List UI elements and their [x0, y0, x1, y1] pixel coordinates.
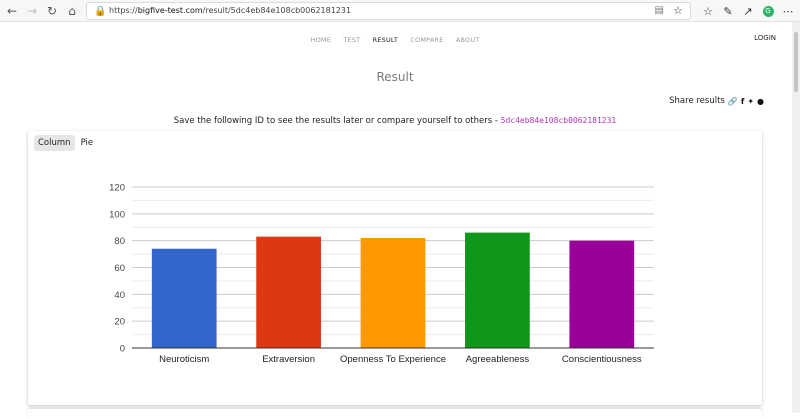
y-tick-label: 20 — [114, 317, 125, 328]
nav-home[interactable]: HOME — [311, 36, 332, 44]
y-tick-label: 40 — [114, 290, 125, 301]
y-tick-label: 120 — [109, 183, 125, 194]
favorite-star-icon[interactable]: ☆ — [673, 4, 683, 17]
scrollbar-thumb[interactable] — [794, 32, 798, 92]
bar-conscientiousness — [569, 240, 635, 348]
page-title: Result — [376, 70, 414, 84]
nav-about[interactable]: ABOUT — [456, 36, 480, 44]
y-tick-label: 60 — [114, 263, 125, 274]
result-id: 5dc4eb84e108cb0062181231 — [500, 116, 617, 125]
link-icon[interactable]: 🔗 — [728, 97, 738, 106]
y-tick-label: 100 — [109, 209, 125, 220]
save-id-text: Save the following ID to see the results… — [173, 116, 501, 126]
address-url: https://bigfive-test.com/result/5dc4eb84… — [109, 6, 352, 15]
facebook-icon[interactable]: f — [741, 97, 744, 106]
share-results: Share results 🔗 f ✦ ● — [669, 96, 764, 106]
twitter-icon[interactable]: ✦ — [747, 97, 754, 106]
address-bar[interactable]: 🔒 https://bigfive-test.com/result/5dc4eb… — [86, 2, 691, 20]
page-scrollbar[interactable] — [792, 22, 800, 413]
nav-result[interactable]: RESULT — [373, 36, 398, 44]
x-tick-label: Conscientiousness — [562, 354, 642, 365]
bar-openness-to-experience — [360, 237, 426, 348]
refresh-icon[interactable]: ↻ — [44, 3, 60, 19]
forward-icon[interactable]: → — [24, 3, 40, 19]
share-icon[interactable]: ↗ — [740, 3, 756, 19]
save-id-message: Save the following ID to see the results… — [0, 116, 790, 126]
y-tick-label: 0 — [120, 344, 125, 355]
home-icon[interactable]: ⌂ — [64, 3, 80, 19]
nav-test[interactable]: TEST — [343, 36, 360, 44]
bar-neuroticism — [151, 248, 217, 348]
x-tick-label: Openness To Experience — [340, 354, 446, 365]
y-tick-label: 80 — [114, 236, 125, 247]
x-tick-label: Agreeableness — [466, 354, 530, 365]
lock-icon: 🔒 — [94, 6, 107, 17]
back-icon[interactable]: ← — [4, 3, 20, 19]
x-tick-label: Extraversion — [262, 354, 315, 365]
bar-agreeableness — [465, 232, 530, 348]
browser-toolbar: ← → ↻ ⌂ 🔒 https://bigfive-test.com/resul… — [0, 0, 800, 22]
bar-extraversion — [256, 236, 321, 348]
chart-card: Column Pie 0 20 40 60 80 100 120 Neuroticism Ext… — [28, 131, 762, 405]
favorites-icon[interactable]: ☆ — [700, 3, 716, 19]
nav-compare[interactable]: COMPARE — [410, 36, 443, 44]
next-card — [28, 409, 762, 419]
pen-icon[interactable]: ✎ — [720, 3, 736, 19]
grammarly-icon[interactable]: G — [760, 3, 776, 19]
reddit-icon[interactable]: ● — [757, 97, 764, 106]
share-label: Share results — [669, 96, 725, 106]
x-tick-label: Neuroticism — [159, 354, 209, 365]
login-link[interactable]: LOGIN — [754, 34, 776, 42]
more-icon[interactable]: ⋯ — [780, 3, 796, 19]
reading-view-icon[interactable]: ▤ — [655, 5, 664, 16]
site-navigation: HOME TEST RESULT COMPARE ABOUT — [0, 36, 790, 44]
result-bar-chart: 0 20 40 60 80 100 120 Neuroticism Extraversion Op… — [109, 183, 654, 365]
